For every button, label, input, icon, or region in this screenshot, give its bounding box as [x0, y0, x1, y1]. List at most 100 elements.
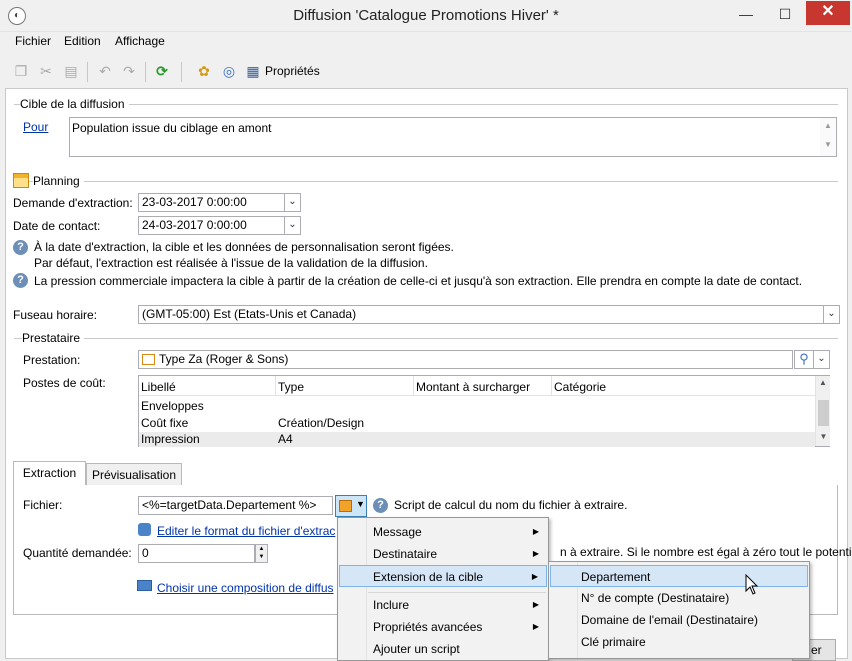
- stepper-down-icon[interactable]: ▼: [256, 553, 267, 561]
- fichier-script-button[interactable]: ▼: [335, 495, 367, 517]
- menu-fichier[interactable]: Fichier: [15, 34, 51, 48]
- target-description-field[interactable]: Population issue du ciblage en amont ▲ ▼: [69, 117, 837, 157]
- mouse-cursor-icon: [745, 574, 759, 595]
- prestation-value: Type Za (Roger & Sons): [159, 352, 289, 366]
- prestation-dropdown[interactable]: ⌄: [813, 350, 830, 369]
- extraction-date-dropdown[interactable]: ⌄: [284, 193, 301, 212]
- title-bar: ◐ Diffusion 'Catalogue Promotions Hiver'…: [0, 0, 852, 32]
- paste-icon[interactable]: ▤: [62, 62, 80, 80]
- contact-date-label: Date de contact:: [13, 219, 101, 233]
- toolbar-separator: [145, 62, 146, 82]
- column-divider: [413, 376, 414, 396]
- gift-icon[interactable]: ✿: [195, 62, 213, 80]
- window-title: Diffusion 'Catalogue Promotions Hiver' *: [293, 7, 559, 24]
- column-header[interactable]: Montant à surcharger: [416, 380, 530, 394]
- properties-icon[interactable]: ▦: [244, 62, 262, 80]
- refresh-icon[interactable]: ⟳: [153, 62, 171, 80]
- cost-grid[interactable]: Libellé Type Montant à surcharger Catégo…: [138, 375, 830, 447]
- tab-previsualisation[interactable]: Prévisualisation: [86, 463, 182, 486]
- chevron-down-icon: ⌄: [827, 308, 836, 319]
- menu-affichage[interactable]: Affichage: [115, 34, 165, 48]
- menu-item-ajouter-script[interactable]: Ajouter un script: [339, 638, 547, 660]
- chevron-down-icon: ▼: [356, 499, 365, 509]
- table-row[interactable]: Enveloppes: [139, 398, 815, 415]
- close-button[interactable]: ✕: [806, 1, 850, 25]
- grid-scrollbar[interactable]: ▲ ▼: [815, 376, 830, 446]
- submenu-arrow-icon: ▶: [532, 600, 539, 609]
- chevron-down-icon: ⌄: [288, 219, 297, 230]
- menu-item-inclure[interactable]: Inclure ▶: [339, 594, 547, 616]
- menu-item-label: Inclure: [373, 598, 410, 612]
- scroll-up-icon[interactable]: ▲: [816, 378, 830, 387]
- menu-separator: [368, 592, 546, 593]
- submenu-item-domaine-email[interactable]: Domaine de l'email (Destinataire): [550, 609, 808, 631]
- active-tab-gap: [14, 485, 85, 487]
- column-divider: [275, 376, 276, 396]
- fichier-input[interactable]: <%=targetData.Departement %>: [138, 496, 333, 515]
- quantite-label: Quantité demandée:: [23, 546, 132, 560]
- edit-format-link[interactable]: Editer le format du fichier d'extrac: [157, 524, 335, 538]
- column-header[interactable]: Catégorie: [554, 380, 606, 394]
- submenu-item-label: N° de compte (Destinataire): [581, 591, 730, 605]
- cut-icon[interactable]: ✂: [37, 62, 55, 80]
- script-icon: [339, 500, 352, 512]
- section-prestataire-title: Prestataire: [22, 331, 85, 345]
- column-divider: [551, 376, 552, 396]
- maximize-button[interactable]: ☐: [767, 1, 803, 29]
- section-planning-title: Planning: [33, 174, 84, 188]
- menu-item-destinataire[interactable]: Destinataire ▶: [339, 543, 547, 565]
- textarea-scrollbar[interactable]: ▲ ▼: [820, 118, 836, 156]
- info-icon: ?: [13, 273, 28, 288]
- column-header[interactable]: Libellé: [141, 380, 176, 394]
- submenu-arrow-icon: ▶: [532, 622, 539, 631]
- menu-item-extension-cible[interactable]: Extension de la cible ▶: [339, 565, 547, 587]
- timezone-dropdown[interactable]: ⌄: [823, 305, 840, 324]
- fichier-label: Fichier:: [23, 498, 63, 512]
- scroll-thumb[interactable]: [818, 400, 829, 426]
- table-row[interactable]: Coût fixe Création/Design: [139, 415, 815, 432]
- target-add-icon[interactable]: ◎: [220, 62, 238, 80]
- target-description-text: Population issue du ciblage en amont: [72, 121, 272, 135]
- submenu-item-label: Domaine de l'email (Destinataire): [581, 613, 759, 627]
- menu-item-message[interactable]: Message ▶: [339, 521, 547, 543]
- menu-edition[interactable]: Edition: [64, 34, 101, 48]
- submenu-item-cle-primaire[interactable]: Clé primaire: [550, 631, 808, 653]
- submenu-item-departement[interactable]: Departement: [550, 565, 808, 587]
- properties-button[interactable]: Propriétés: [265, 64, 320, 78]
- toolbar: ❐ ✂ ▤ ↶ ↷ ⟳ ✿ ◎ ▦ Propriétés: [0, 56, 852, 86]
- search-button[interactable]: ⚲: [794, 350, 814, 369]
- copy-icon[interactable]: ❐: [12, 62, 30, 80]
- extraction-date-input[interactable]: 23-03-2017 0:00:00: [138, 193, 285, 212]
- quantite-input[interactable]: 0: [138, 544, 255, 563]
- menu-item-label: Propriétés avancées: [373, 620, 483, 634]
- info-icon: ?: [13, 240, 28, 255]
- menu-item-proprietes-avancees[interactable]: Propriétés avancées ▶: [339, 616, 547, 638]
- toolbar-separator: [181, 62, 182, 82]
- column-header[interactable]: Type: [278, 380, 304, 394]
- provider-icon: [142, 354, 155, 365]
- scroll-down-icon[interactable]: ▼: [816, 432, 831, 441]
- grid-header: Libellé Type Montant à surcharger Catégo…: [139, 376, 815, 396]
- prestation-label: Prestation:: [23, 353, 81, 367]
- choose-composition-link[interactable]: Choisir une composition de diffus: [157, 581, 334, 595]
- menu-item-label: Ajouter un script: [373, 642, 460, 656]
- contact-date-dropdown[interactable]: ⌄: [284, 216, 301, 235]
- minimize-button[interactable]: —: [728, 1, 764, 29]
- undo-icon[interactable]: ↶: [96, 62, 114, 80]
- submenu-arrow-icon: ▶: [532, 527, 539, 536]
- table-row[interactable]: Impression A4: [139, 432, 815, 447]
- timezone-select[interactable]: (GMT-05:00) Est (Etats-Unis et Canada): [138, 305, 824, 324]
- menu-item-label: Message: [373, 525, 422, 539]
- quantite-stepper[interactable]: ▲ ▼: [255, 544, 268, 563]
- pour-link[interactable]: Pour: [23, 120, 48, 134]
- tab-extraction[interactable]: Extraction: [13, 461, 86, 486]
- grid-cell: Enveloppes: [141, 399, 204, 413]
- section-rule: [14, 338, 838, 339]
- contact-date-input[interactable]: 24-03-2017 0:00:00: [138, 216, 285, 235]
- menu-item-label: Destinataire: [373, 547, 438, 561]
- grid-cell: Coût fixe: [141, 416, 189, 430]
- submenu-item-numero-compte[interactable]: N° de compte (Destinataire): [550, 587, 808, 609]
- stepper-up-icon[interactable]: ▲: [256, 545, 267, 553]
- prestation-input[interactable]: Type Za (Roger & Sons): [138, 350, 793, 369]
- redo-icon[interactable]: ↷: [120, 62, 138, 80]
